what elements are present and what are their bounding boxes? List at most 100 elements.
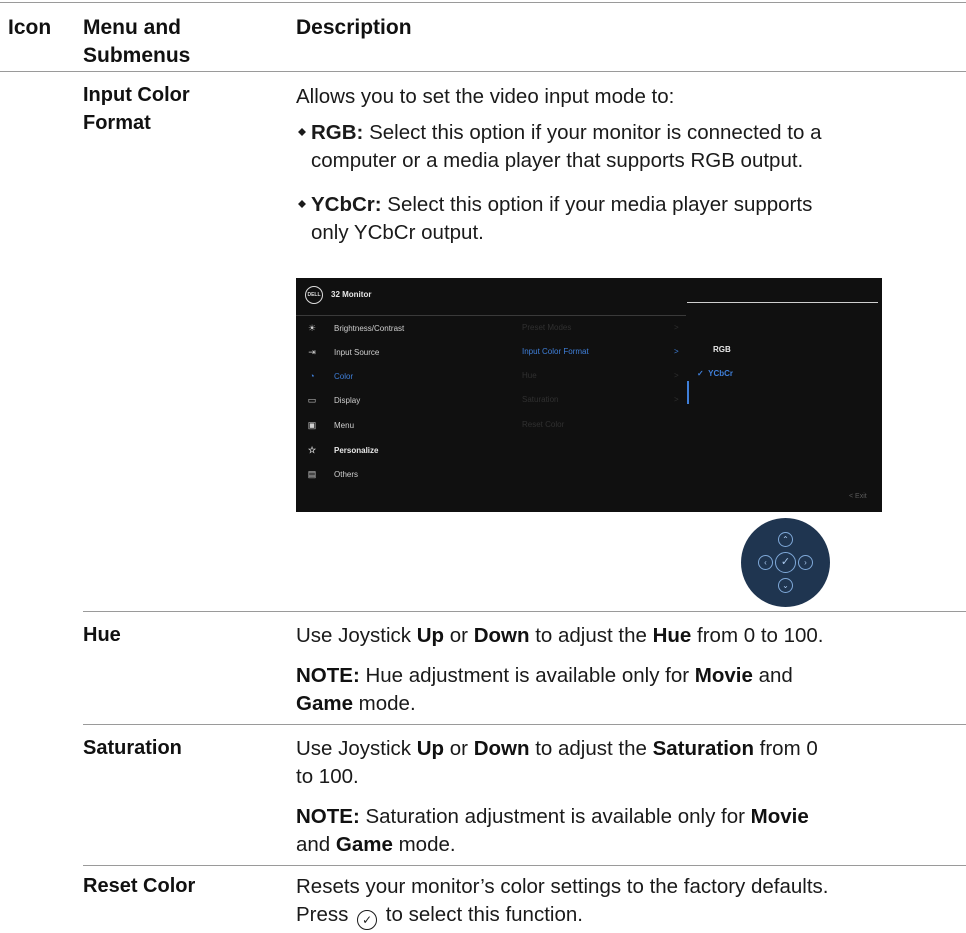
- osd-sub-reset-color: Reset Color: [522, 420, 565, 429]
- joystick-illustration: ⌃ ‹ ✓ › ⌄: [741, 518, 830, 607]
- reset-color-desc: Resets your monitor’s color settings to …: [296, 873, 958, 930]
- hue-desc: Use Joystick Up or Down to adjust the Hu…: [296, 622, 958, 650]
- menu-input-color-format-2: Format: [83, 112, 151, 134]
- row-rule: [83, 865, 966, 866]
- bullet-ycbcr: YCbCr: Select this option if your media …: [296, 191, 958, 247]
- bullet-diamond-icon: [298, 200, 306, 209]
- ycbcr-text-1: Select this option if your media player …: [381, 193, 813, 216]
- osd-exit: < Exit: [849, 493, 867, 500]
- text: or: [444, 737, 474, 760]
- text: mode.: [352, 692, 416, 715]
- row-rule: [83, 611, 966, 612]
- osd-title: 32 Monitor: [331, 290, 372, 299]
- osd-menu-brightness: ☀ Brightness/Contrast: [306, 321, 404, 335]
- dell-logo-icon: DELL: [305, 286, 323, 304]
- text-bold: Game: [335, 833, 393, 856]
- star-icon: ☆: [307, 445, 317, 455]
- rgb-label: RGB:: [311, 121, 364, 144]
- input-source-icon: ⇥: [308, 347, 316, 357]
- osd-menu-input-source: ⇥ Input Source: [306, 345, 379, 359]
- chevron-right-icon: >: [674, 347, 679, 356]
- header-rule: [0, 71, 966, 72]
- text: Resets your monitor’s color settings to …: [296, 875, 829, 898]
- color-icon: ◔: [309, 371, 315, 381]
- osd-menu-label: Display: [334, 396, 361, 405]
- text: to 100.: [296, 765, 359, 788]
- top-rule: [0, 2, 966, 3]
- text: Hue adjustment is available only for: [359, 664, 695, 687]
- saturation-note: NOTE: Saturation adjustment is available…: [296, 803, 958, 859]
- text: Press: [296, 903, 349, 926]
- osd-menu-screenshot: DELL 32 Monitor ☀ Brightness/Contrast ⇥ In…: [296, 278, 882, 512]
- text: and: [296, 833, 336, 856]
- chevron-right-icon: >: [674, 371, 679, 380]
- display-icon: ▭: [307, 395, 317, 405]
- text: or: [444, 624, 474, 647]
- text-bold: Up: [416, 624, 445, 647]
- text: from 0: [753, 737, 818, 760]
- text: mode.: [392, 833, 456, 856]
- menu-icon: ▣: [307, 420, 317, 430]
- text-bold: Saturation: [652, 737, 754, 760]
- joystick-center-check-icon: ✓: [775, 552, 796, 573]
- osd-option-ycbcr-label: YCbCr: [708, 369, 734, 378]
- joystick-up-icon: ⌃: [778, 532, 793, 547]
- text: Use Joystick: [296, 624, 417, 647]
- text: and: [752, 664, 793, 687]
- osd-menu-label: Input Source: [334, 348, 380, 357]
- text-bold: Movie: [750, 805, 809, 828]
- text: Use Joystick: [296, 737, 417, 760]
- osd-menu-label: Personalize: [334, 446, 379, 455]
- osd-sub-preset-modes: Preset Modes: [522, 323, 572, 332]
- hue-note: NOTE: Hue adjustment is available only f…: [296, 662, 958, 718]
- ycbcr-label: YCbCr:: [311, 193, 382, 216]
- osd-option-divider: [687, 302, 878, 303]
- text-bold: Game: [296, 692, 353, 715]
- text: to adjust the: [529, 624, 653, 647]
- osd-menu-personalize: ☆ Personalize: [306, 443, 379, 457]
- text-bold: Movie: [694, 664, 753, 687]
- rgb-text-1: Select this option if your monitor is co…: [363, 121, 822, 144]
- osd-menu-label: Menu: [334, 421, 355, 430]
- menu-reset-color: Reset Color: [83, 875, 196, 897]
- saturation-desc: Use Joystick Up or Down to adjust the Sa…: [296, 735, 958, 791]
- text-bold: Down: [473, 624, 530, 647]
- osd-menu-label: Others: [334, 470, 359, 479]
- osd-sub-saturation: Saturation: [522, 395, 559, 404]
- header-menu-line1: Menu and: [83, 16, 181, 39]
- joystick-down-icon: ⌄: [778, 578, 793, 593]
- text: to adjust the: [529, 737, 653, 760]
- text-bold: Hue: [652, 624, 692, 647]
- osd-menu-label: Color: [334, 372, 354, 381]
- note-label: NOTE:: [296, 805, 360, 828]
- osd-option-rgb: RGB: [713, 345, 731, 354]
- osd-menu-display: ▭ Display: [306, 393, 361, 407]
- text: from 0 to 100.: [691, 624, 824, 647]
- menu-saturation: Saturation: [83, 737, 182, 759]
- note-label: NOTE:: [296, 664, 360, 687]
- osd-menu-menu: ▣ Menu: [306, 418, 354, 432]
- bullet-rgb: RGB: Select this option if your monitor …: [296, 119, 958, 175]
- icf-intro: Allows you to set the video input mode t…: [296, 85, 675, 108]
- osd-sub-hue: Hue: [522, 371, 537, 380]
- joystick-left-icon: ‹: [758, 555, 773, 570]
- header-description: Description: [296, 16, 412, 39]
- others-icon: ▤: [307, 469, 317, 479]
- osd-option-ycbcr: ✓ YCbCr: [697, 369, 733, 378]
- rgb-text-2: computer or a media player that supports…: [311, 149, 804, 172]
- check-circle-icon: ✓: [357, 910, 378, 930]
- brightness-icon: ☀: [307, 323, 317, 333]
- osd-divider: [296, 315, 686, 316]
- menu-input-color-format-1: Input Color: [83, 84, 190, 106]
- osd-sub-input-color-format: Input Color Format: [522, 347, 589, 356]
- osd-menu-label: Brightness/Contrast: [334, 324, 405, 333]
- osd-menu-others: ▤ Others: [306, 467, 358, 481]
- ycbcr-text-2: only YCbCr output.: [311, 221, 484, 244]
- header-menu-line2: Submenus: [83, 44, 191, 67]
- chevron-right-icon: >: [674, 395, 679, 404]
- row-rule: [83, 724, 966, 725]
- bullet-diamond-icon: [298, 128, 306, 137]
- text-bold: Down: [473, 737, 530, 760]
- osd-selection-bar: [687, 381, 689, 404]
- text: Saturation adjustment is available only …: [359, 805, 751, 828]
